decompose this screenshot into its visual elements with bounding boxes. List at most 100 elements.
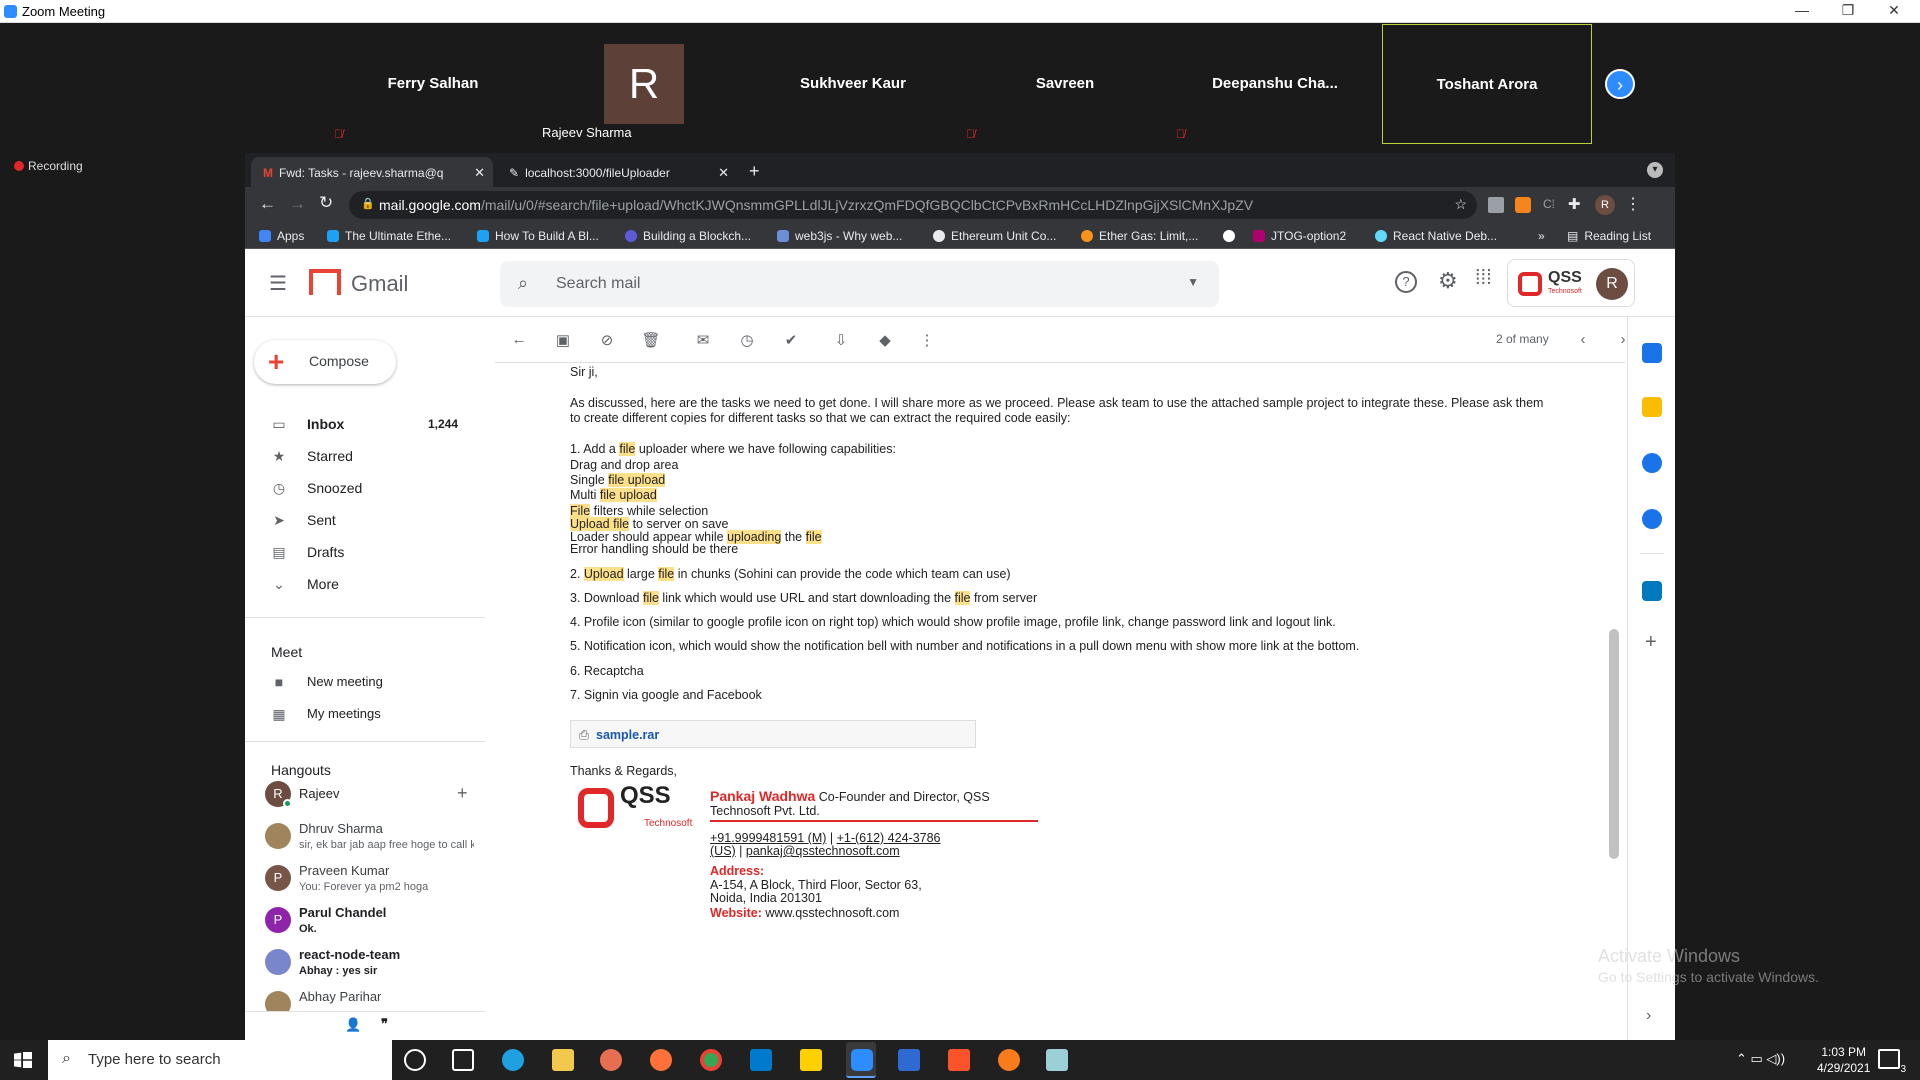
extensions-puzzle-icon[interactable]: ✚ — [1568, 195, 1581, 213]
add-contact-icon[interactable]: + — [457, 783, 468, 804]
bookmark-item[interactable]: The Ultimate Ethe... — [327, 229, 451, 243]
metamask-icon[interactable] — [1515, 197, 1531, 213]
move-to-icon[interactable]: ⇩ — [831, 331, 851, 351]
trello-icon[interactable] — [1642, 581, 1662, 601]
sig-website[interactable]: Website: www.qsstechnosoft.com — [710, 905, 899, 921]
hangouts-self[interactable]: R Rajeev + — [265, 781, 485, 809]
attachment-name[interactable]: sample.rar — [596, 727, 659, 743]
hangout-contact[interactable]: P Praveen Kumar You: Forever ya pm2 hoga — [265, 861, 485, 903]
hangout-contact[interactable]: Dhruv Sharma sir, ek bar jab aap free ho… — [265, 819, 485, 861]
chrome-icon[interactable] — [700, 1049, 722, 1071]
attachment-chip[interactable]: ⎙ sample.rar — [570, 720, 976, 748]
settings-gear-icon[interactable]: ⚙ — [1438, 268, 1458, 294]
bookmark-item[interactable] — [1223, 229, 1241, 243]
bookmark-item[interactable]: React Native Deb... — [1375, 229, 1497, 243]
app-window-icon[interactable] — [898, 1049, 920, 1071]
bookmark-item[interactable]: How To Build A Bl... — [477, 229, 599, 243]
participant-tile-active-speaker[interactable]: Toshant Arora — [1382, 24, 1592, 144]
new-meeting-item[interactable]: ■ New meeting — [245, 667, 485, 697]
snooze-icon[interactable]: ◷ — [737, 331, 757, 351]
archive-icon[interactable]: ▣ — [553, 331, 573, 351]
nav-item-starred[interactable]: ★ Starred — [245, 441, 485, 471]
newer-icon[interactable]: ‹ — [1573, 331, 1593, 351]
profile-avatar[interactable]: R — [1595, 195, 1615, 215]
hangout-contact[interactable]: react-node-team Abhay : yes sir — [265, 945, 485, 987]
gmail-wordmark[interactable]: Gmail — [351, 271, 408, 297]
close-tab-icon[interactable]: ✕ — [474, 165, 485, 181]
vscode-icon[interactable] — [750, 1049, 772, 1071]
system-tray[interactable]: ⌃ ▭ ◁)) — [1736, 1051, 1785, 1067]
nav-item-sent[interactable]: ➤ Sent — [245, 505, 485, 535]
account-avatar[interactable]: R — [1596, 268, 1628, 300]
report-spam-icon[interactable]: ⊘ — [597, 331, 617, 351]
participant-tile[interactable]: Deepanshu Cha... 🎙̸ — [1170, 24, 1380, 144]
hangout-contact[interactable]: Abhay Parihar — [265, 987, 485, 1011]
reload-icon[interactable]: ↻ — [319, 193, 333, 213]
forward-icon[interactable]: → — [289, 194, 306, 214]
close-tab-icon[interactable]: ✕ — [718, 165, 729, 181]
sig-email[interactable]: (US) | pankaj@qsstechnosoft.com — [710, 843, 900, 859]
notepad-icon[interactable] — [1046, 1049, 1068, 1071]
search-mail-input[interactable]: ⌕ Search mail ▼ — [500, 261, 1219, 307]
close-window-button[interactable]: ✕ — [1884, 2, 1904, 20]
hangout-contact[interactable]: P Parul Chandel Ok. — [265, 903, 485, 945]
brave-icon[interactable] — [948, 1049, 970, 1071]
delete-icon[interactable]: 🗑 — [641, 331, 661, 351]
taskbar-search-input[interactable]: ⌕ Type here to search — [48, 1040, 392, 1080]
cortana-icon[interactable] — [404, 1049, 426, 1071]
bookmarks-overflow-button[interactable]: » — [1538, 229, 1545, 243]
calendar-icon[interactable] — [1642, 343, 1662, 363]
app-icon[interactable] — [600, 1049, 622, 1071]
tab-localhost[interactable]: ✎ localhost:3000/fileUploader ✕ — [497, 157, 737, 187]
file-explorer-icon[interactable] — [552, 1049, 574, 1071]
support-icon[interactable]: ? — [1395, 271, 1417, 293]
tab-search-icon[interactable]: ▾ — [1647, 162, 1663, 178]
nav-item-drafts[interactable]: ▤ Drafts — [245, 537, 485, 567]
keep-icon[interactable] — [1642, 397, 1662, 417]
bookmark-item[interactable]: Ether Gas: Limit,... — [1081, 229, 1198, 243]
participant-tile[interactable]: R Rajeev Sharma — [538, 24, 748, 144]
sticky-notes-icon[interactable] — [800, 1049, 822, 1071]
bookmark-item[interactable]: JTOG-option2 — [1253, 229, 1346, 243]
clock[interactable]: 1:03 PM 4/29/2021 — [1817, 1044, 1870, 1076]
edge-icon[interactable] — [502, 1049, 524, 1071]
contacts-icon[interactable]: 👤 — [345, 1017, 361, 1033]
browser-menu-icon[interactable]: ⋮ — [1625, 194, 1641, 214]
bookmark-star-icon[interactable]: ☆ — [1454, 196, 1467, 213]
restore-button[interactable]: ❐ — [1838, 2, 1858, 20]
apps-grid-icon[interactable]: ⁞⁞⁞ — [1475, 267, 1492, 290]
search-icon[interactable]: ⌕ — [518, 273, 528, 294]
bookmark-apps[interactable]: Apps — [259, 229, 304, 243]
participant-tile[interactable]: Sukhveer Kaur — [748, 24, 958, 144]
nav-item-inbox[interactable]: ▭ Inbox 1,244 — [245, 409, 485, 439]
bookmark-item[interactable]: Ethereum Unit Co... — [933, 229, 1056, 243]
back-icon[interactable]: ← — [259, 194, 276, 214]
add-task-icon[interactable]: ✔ — [781, 331, 801, 351]
reading-list-button[interactable]: ▤ Reading List — [1567, 229, 1651, 243]
bookmark-item[interactable]: web3js - Why web... — [777, 229, 902, 243]
account-chip[interactable]: QSS Technosoft R — [1507, 259, 1635, 307]
tab-gmail[interactable]: M Fwd: Tasks - rajeev.sharma@q ✕ — [251, 157, 493, 187]
nav-item-more[interactable]: ⌄ More — [245, 569, 485, 599]
address-bar[interactable]: 🔒 mail.google.com/mail/u/0/#search/file+… — [349, 191, 1477, 219]
gmail-logo-icon[interactable] — [309, 269, 341, 295]
extension-icon[interactable] — [1488, 197, 1504, 213]
next-page-arrow-icon[interactable]: › — [1605, 69, 1635, 99]
more-options-icon[interactable]: ⋮ — [917, 331, 937, 351]
mark-unread-icon[interactable]: ✉ — [693, 331, 713, 351]
firefox-icon[interactable] — [650, 1049, 672, 1071]
main-menu-icon[interactable]: ☰ — [269, 271, 287, 296]
notification-center-icon[interactable]: 3 — [1878, 1049, 1906, 1075]
search-options-icon[interactable]: ▼ — [1187, 275, 1199, 289]
back-to-list-icon[interactable]: ← — [509, 331, 529, 351]
task-view-icon[interactable] — [452, 1049, 474, 1071]
nav-item-snoozed[interactable]: ◷ Snoozed — [245, 473, 485, 503]
add-addon-icon[interactable]: + — [1645, 631, 1657, 654]
minimize-button[interactable]: — — [1792, 2, 1812, 20]
hangouts-quote-icon[interactable]: ❞ — [381, 1016, 388, 1032]
tasks-icon[interactable] — [1642, 453, 1662, 473]
bookmark-item[interactable]: Building a Blockch... — [625, 229, 751, 243]
contacts-icon[interactable] — [1642, 509, 1662, 529]
new-tab-button[interactable]: + — [737, 157, 767, 187]
extension-icon[interactable]: C⁞ — [1543, 197, 1559, 213]
